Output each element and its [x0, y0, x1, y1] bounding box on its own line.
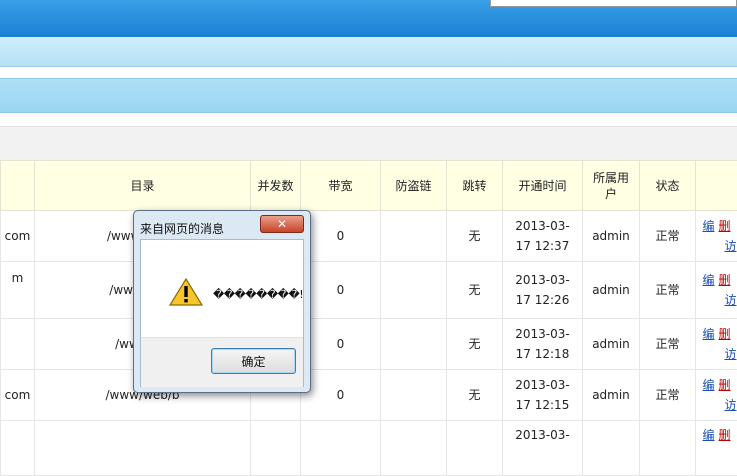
- delete-link[interactable]: 删: [719, 273, 731, 287]
- row-open-time: 2013-03- 17 12:26: [503, 262, 583, 319]
- row-redirect: 无: [447, 211, 503, 262]
- table-row: /www/we 0 无 2013-03-17 12:18 admin 正常 编删…: [1, 319, 737, 370]
- row-ops: 编删: [696, 421, 737, 476]
- row-bandwidth: 0: [301, 370, 381, 421]
- edit-link[interactable]: 编: [702, 219, 714, 233]
- visit-link[interactable]: 访: [724, 290, 737, 310]
- edit-link[interactable]: 编: [702, 428, 714, 442]
- row-date: 2013-03-: [515, 327, 569, 341]
- row-domain: com: [1, 211, 35, 262]
- edit-link[interactable]: 编: [702, 273, 714, 287]
- table-header-row: 目录 并发数 带宽 防盗链 跳转 开通时间 所属用户 状态: [1, 161, 737, 211]
- alert-dialog: 来自网页的消息 ✕ ��������! 确定: [133, 210, 311, 393]
- col-concurrency: 并发数: [251, 161, 301, 211]
- row-hotlink: [381, 262, 447, 319]
- row-owner: admin: [583, 262, 640, 319]
- row-open-time: 2013-03- 17 12:18: [503, 319, 583, 370]
- row-time: 17 12:18: [516, 347, 570, 361]
- row-date: 2013-03-: [515, 273, 569, 287]
- row-date: 2013-03-: [515, 219, 569, 233]
- row-bandwidth: 0: [301, 262, 381, 319]
- visit-link[interactable]: 访: [724, 395, 737, 415]
- row-time: 17 12:37: [516, 239, 570, 253]
- row-ops: 编删访: [696, 262, 737, 319]
- col-open-time: 开通时间: [503, 161, 583, 211]
- visit-link[interactable]: 访: [724, 236, 737, 256]
- row-status: 正常: [640, 370, 696, 421]
- row-domain: [1, 421, 35, 476]
- row-redirect: 无: [447, 319, 503, 370]
- row-bandwidth: 0: [301, 319, 381, 370]
- row-redirect: 无: [447, 262, 503, 319]
- col-domain: [1, 161, 35, 211]
- delete-link[interactable]: 删: [719, 428, 731, 442]
- edit-link[interactable]: 编: [702, 378, 714, 392]
- row-ops: 编删访: [696, 370, 737, 421]
- row-domain: m: [1, 262, 35, 319]
- warning-icon: [169, 278, 203, 306]
- row-concurrency: [251, 421, 301, 476]
- row-directory: [35, 421, 251, 476]
- table-row: m /www/web/ 0 无 2013-03-17 12:26 admin 正…: [1, 262, 737, 319]
- row-status: [640, 421, 696, 476]
- dialog-title: 来自网页的消息: [140, 220, 224, 237]
- row-owner: admin: [583, 211, 640, 262]
- row-redirect: [447, 421, 503, 476]
- col-bandwidth: 带宽: [301, 161, 381, 211]
- row-open-time: 2013-03- 17 12:37: [503, 211, 583, 262]
- row-owner: admin: [583, 319, 640, 370]
- row-hotlink: [381, 211, 447, 262]
- row-status: 正常: [640, 262, 696, 319]
- col-directory: 目录: [35, 161, 251, 211]
- delete-link[interactable]: 删: [719, 327, 731, 341]
- col-redirect: 跳转: [447, 161, 503, 211]
- row-time: 17 12:26: [516, 293, 570, 307]
- row-domain: com: [1, 370, 35, 421]
- table-row: 2013-03- 编删: [1, 421, 737, 476]
- row-status: 正常: [640, 319, 696, 370]
- col-owner: 所属用户: [583, 161, 640, 211]
- nav-band: [0, 37, 737, 67]
- dialog-footer: 确定: [141, 337, 303, 387]
- row-open-time: 2013-03- 17 12:15: [503, 370, 583, 421]
- table-row: com /www/web/t 0 无 2013-03-17 12:37 admi…: [1, 211, 737, 262]
- dialog-message: ��������!: [213, 288, 303, 301]
- row-date: 2013-03-: [515, 428, 569, 442]
- delete-link[interactable]: 删: [719, 378, 731, 392]
- visit-link[interactable]: 访: [724, 344, 737, 364]
- row-hotlink: [381, 421, 447, 476]
- row-domain: [1, 319, 35, 370]
- col-hotlink: 防盗链: [381, 161, 447, 211]
- site-table: 目录 并发数 带宽 防盗链 跳转 开通时间 所属用户 状态 com /www/w…: [0, 160, 737, 476]
- ok-button[interactable]: 确定: [211, 348, 296, 374]
- sub-toolbar: [0, 126, 737, 160]
- row-bandwidth: 0: [301, 211, 381, 262]
- row-ops: 编删访: [696, 319, 737, 370]
- row-owner: admin: [583, 370, 640, 421]
- row-hotlink: [381, 319, 447, 370]
- row-time: 17 12:15: [516, 398, 570, 412]
- row-owner: [583, 421, 640, 476]
- close-button[interactable]: ✕: [260, 215, 304, 233]
- edit-link[interactable]: 编: [702, 327, 714, 341]
- top-input-edge[interactable]: [490, 0, 737, 7]
- toolbar-band: [0, 78, 737, 113]
- table-row: com /www/web/b 0 无 2013-03-17 12:15 admi…: [1, 370, 737, 421]
- row-ops: 编删访: [696, 211, 737, 262]
- dialog-body: ��������! 确定: [140, 239, 304, 387]
- col-ops: [696, 161, 737, 211]
- delete-link[interactable]: 删: [719, 219, 731, 233]
- row-open-time: 2013-03-: [503, 421, 583, 476]
- row-status: 正常: [640, 211, 696, 262]
- col-status: 状态: [640, 161, 696, 211]
- row-date: 2013-03-: [515, 378, 569, 392]
- row-bandwidth: [301, 421, 381, 476]
- row-hotlink: [381, 370, 447, 421]
- row-redirect: 无: [447, 370, 503, 421]
